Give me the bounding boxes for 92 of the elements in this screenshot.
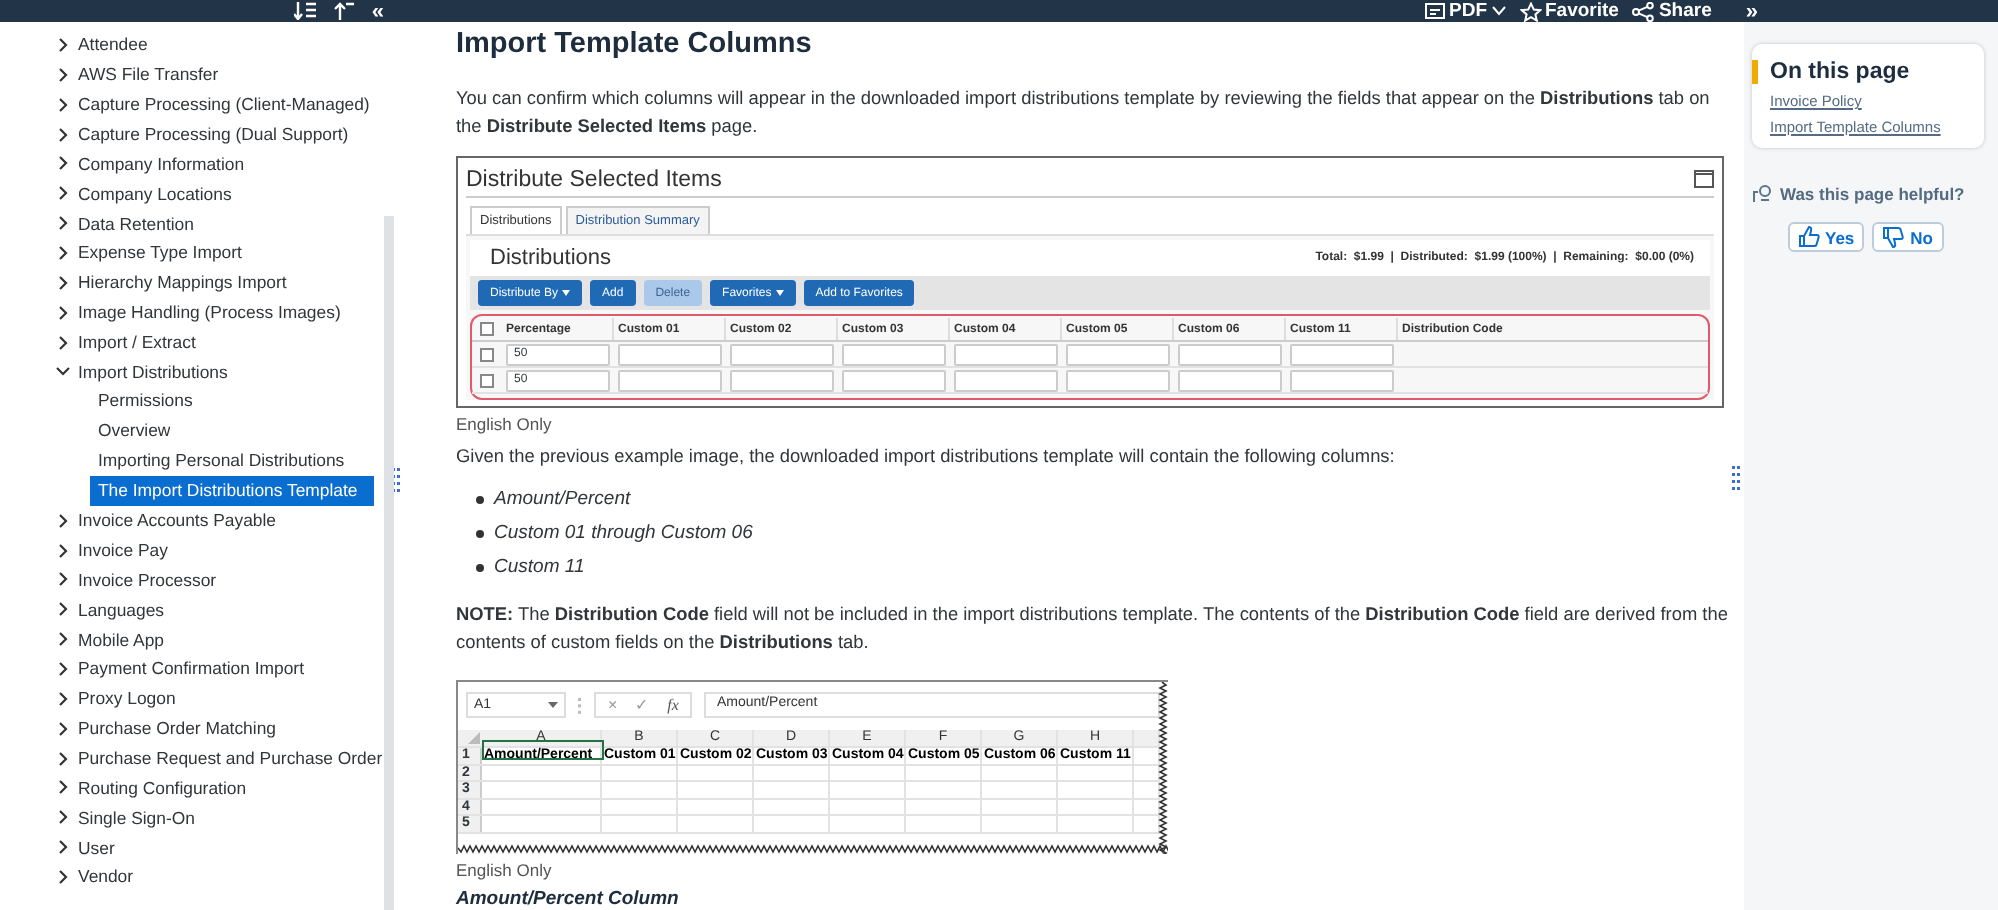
note-paragraph: NOTE: The Distribution Code field will not be included in the import distributions template. The contents of the Distribution Code field are derived from the contents of custom fields on the Distributions tab. bbox=[456, 602, 1728, 656]
thumbs-down-icon bbox=[1882, 226, 1905, 248]
accent-bar bbox=[1752, 60, 1758, 84]
caret-icon bbox=[548, 702, 558, 708]
sidebar-item[interactable]: User bbox=[0, 832, 384, 863]
sidebar-subitem[interactable]: The Import Distributions Template bbox=[90, 475, 374, 506]
separator-icon bbox=[578, 697, 582, 713]
resize-handle-icon[interactable] bbox=[1732, 466, 1740, 490]
section-title: Distributions bbox=[490, 246, 612, 270]
input-field[interactable] bbox=[1290, 343, 1394, 365]
share-icon bbox=[1632, 1, 1655, 21]
bullet-icon bbox=[476, 529, 484, 537]
sidebar-item[interactable]: Data Retention bbox=[0, 208, 384, 239]
chevron-down-icon bbox=[56, 364, 70, 379]
input-field[interactable] bbox=[1178, 343, 1282, 365]
list-item: Custom 01 through Custom 06 bbox=[494, 522, 753, 544]
checkbox[interactable] bbox=[480, 373, 494, 387]
dialog-title: Distribute Selected Items bbox=[466, 167, 722, 191]
thumbs-up-icon bbox=[1797, 226, 1819, 248]
sidebar-item[interactable]: Import / Extract bbox=[0, 327, 384, 357]
caret-icon bbox=[775, 290, 784, 296]
input-field[interactable] bbox=[842, 369, 946, 391]
sidebar-item[interactable]: Image Handling (Process Images) bbox=[0, 297, 384, 328]
sidebar-item[interactable]: Attendee bbox=[0, 30, 384, 60]
collapse-button[interactable]: « bbox=[371, 1, 384, 21]
sidebar-item[interactable]: Expense Type Import bbox=[0, 238, 384, 268]
caret-icon bbox=[562, 290, 571, 296]
input-field[interactable] bbox=[618, 343, 722, 365]
bullet-icon bbox=[476, 495, 484, 503]
page-heading: Import Template Columns bbox=[456, 28, 814, 60]
sidebar-item[interactable]: Routing Configuration bbox=[0, 772, 384, 803]
input-field[interactable] bbox=[1066, 343, 1170, 365]
input-field[interactable] bbox=[1066, 369, 1170, 391]
input-field[interactable] bbox=[1290, 369, 1394, 391]
sidebar-item[interactable]: Single Sign-On bbox=[0, 802, 384, 833]
list-item: Amount/Percent bbox=[494, 488, 631, 510]
sidebar-item[interactable]: Proxy Logon bbox=[0, 683, 384, 714]
sidebar-item[interactable]: Company Information bbox=[0, 148, 384, 179]
sidebar-item[interactable]: Languages bbox=[0, 594, 384, 625]
input-field[interactable] bbox=[730, 343, 834, 365]
checkbox[interactable] bbox=[480, 322, 494, 336]
sidebar-item[interactable]: Hierarchy Mappings Import bbox=[0, 267, 384, 298]
checkbox[interactable] bbox=[480, 347, 494, 361]
input-field[interactable] bbox=[954, 369, 1058, 391]
sidebar-subitem[interactable]: Permissions bbox=[0, 386, 374, 417]
input-field[interactable] bbox=[1178, 369, 1282, 391]
sidebar-subitem[interactable]: Importing Personal Distributions bbox=[0, 446, 374, 476]
image-caption: English Only bbox=[456, 860, 554, 880]
image-caption: English Only bbox=[456, 414, 554, 434]
chevron-right-icon bbox=[56, 127, 70, 141]
input-field[interactable] bbox=[730, 369, 834, 391]
arrow-up-icon[interactable] bbox=[333, 2, 354, 20]
sidebar-item[interactable]: Mobile App bbox=[0, 624, 384, 655]
star-icon bbox=[1519, 1, 1541, 21]
sidebar-item[interactable]: Invoice Pay bbox=[0, 535, 384, 565]
sidebar-item[interactable]: Invoice Accounts Payable bbox=[0, 505, 384, 536]
input-field[interactable] bbox=[618, 369, 722, 391]
paragraph: Given the previous example image, the downloaded import distributions template will contain the following columns: bbox=[456, 444, 1397, 470]
section-heading: Amount/Percent Column bbox=[456, 888, 681, 910]
paragraph: You can confirm which columns will appear in the downloaded import distributions template by reviewing the fields that appear on the Distributions tab on the Distribute Selected Items page. bbox=[456, 86, 1712, 140]
card-title: On this page bbox=[1770, 60, 1910, 84]
share-button[interactable]: Share bbox=[1632, 1, 1712, 21]
input-field[interactable] bbox=[954, 343, 1058, 365]
resize-handle-icon[interactable] bbox=[392, 468, 400, 492]
sidebar-item[interactable]: Purchase Order Matching bbox=[0, 713, 384, 744]
sidebar-item[interactable]: Payment Confirmation Import bbox=[0, 654, 384, 684]
bullet-icon bbox=[476, 563, 484, 571]
favorite-button[interactable]: Favorite bbox=[1519, 1, 1619, 21]
sort-icon[interactable] bbox=[293, 2, 316, 20]
pdf-icon bbox=[1423, 1, 1445, 21]
sidebar-item[interactable]: Vendor bbox=[0, 862, 384, 892]
sidebar-item[interactable]: AWS File Transfer bbox=[0, 59, 384, 90]
sidebar-subitem[interactable]: Overview bbox=[0, 416, 374, 447]
sidebar-item[interactable]: Import Distributions bbox=[0, 356, 384, 387]
input-field[interactable] bbox=[842, 343, 946, 365]
yes-button[interactable]: Yes bbox=[1787, 222, 1865, 252]
sidebar-item[interactable]: Capture Processing (Dual Support) bbox=[0, 119, 384, 149]
chevron-down-icon bbox=[1491, 6, 1505, 16]
feedback-question: Was this page helpful? bbox=[1780, 184, 1965, 204]
expand-button[interactable]: » bbox=[1745, 1, 1758, 21]
insert-function-button[interactable]: fx bbox=[667, 696, 679, 714]
no-button[interactable]: No bbox=[1872, 222, 1943, 252]
sidebar-item[interactable]: Company Locations bbox=[0, 178, 384, 209]
scrollbar[interactable] bbox=[384, 216, 394, 910]
cell-selection bbox=[482, 740, 604, 760]
feedback-icon bbox=[1752, 184, 1774, 204]
maximize-icon[interactable] bbox=[1694, 170, 1714, 188]
list-item: Custom 11 bbox=[494, 556, 585, 578]
sidebar-item[interactable]: Purchase Request and Purchase Order bbox=[0, 743, 384, 773]
sidebar-item[interactable]: Invoice Processor bbox=[0, 564, 384, 595]
sidebar-item[interactable]: Capture Processing (Client-Managed) bbox=[0, 89, 384, 120]
pdf-button[interactable]: PDF bbox=[1423, 1, 1505, 21]
